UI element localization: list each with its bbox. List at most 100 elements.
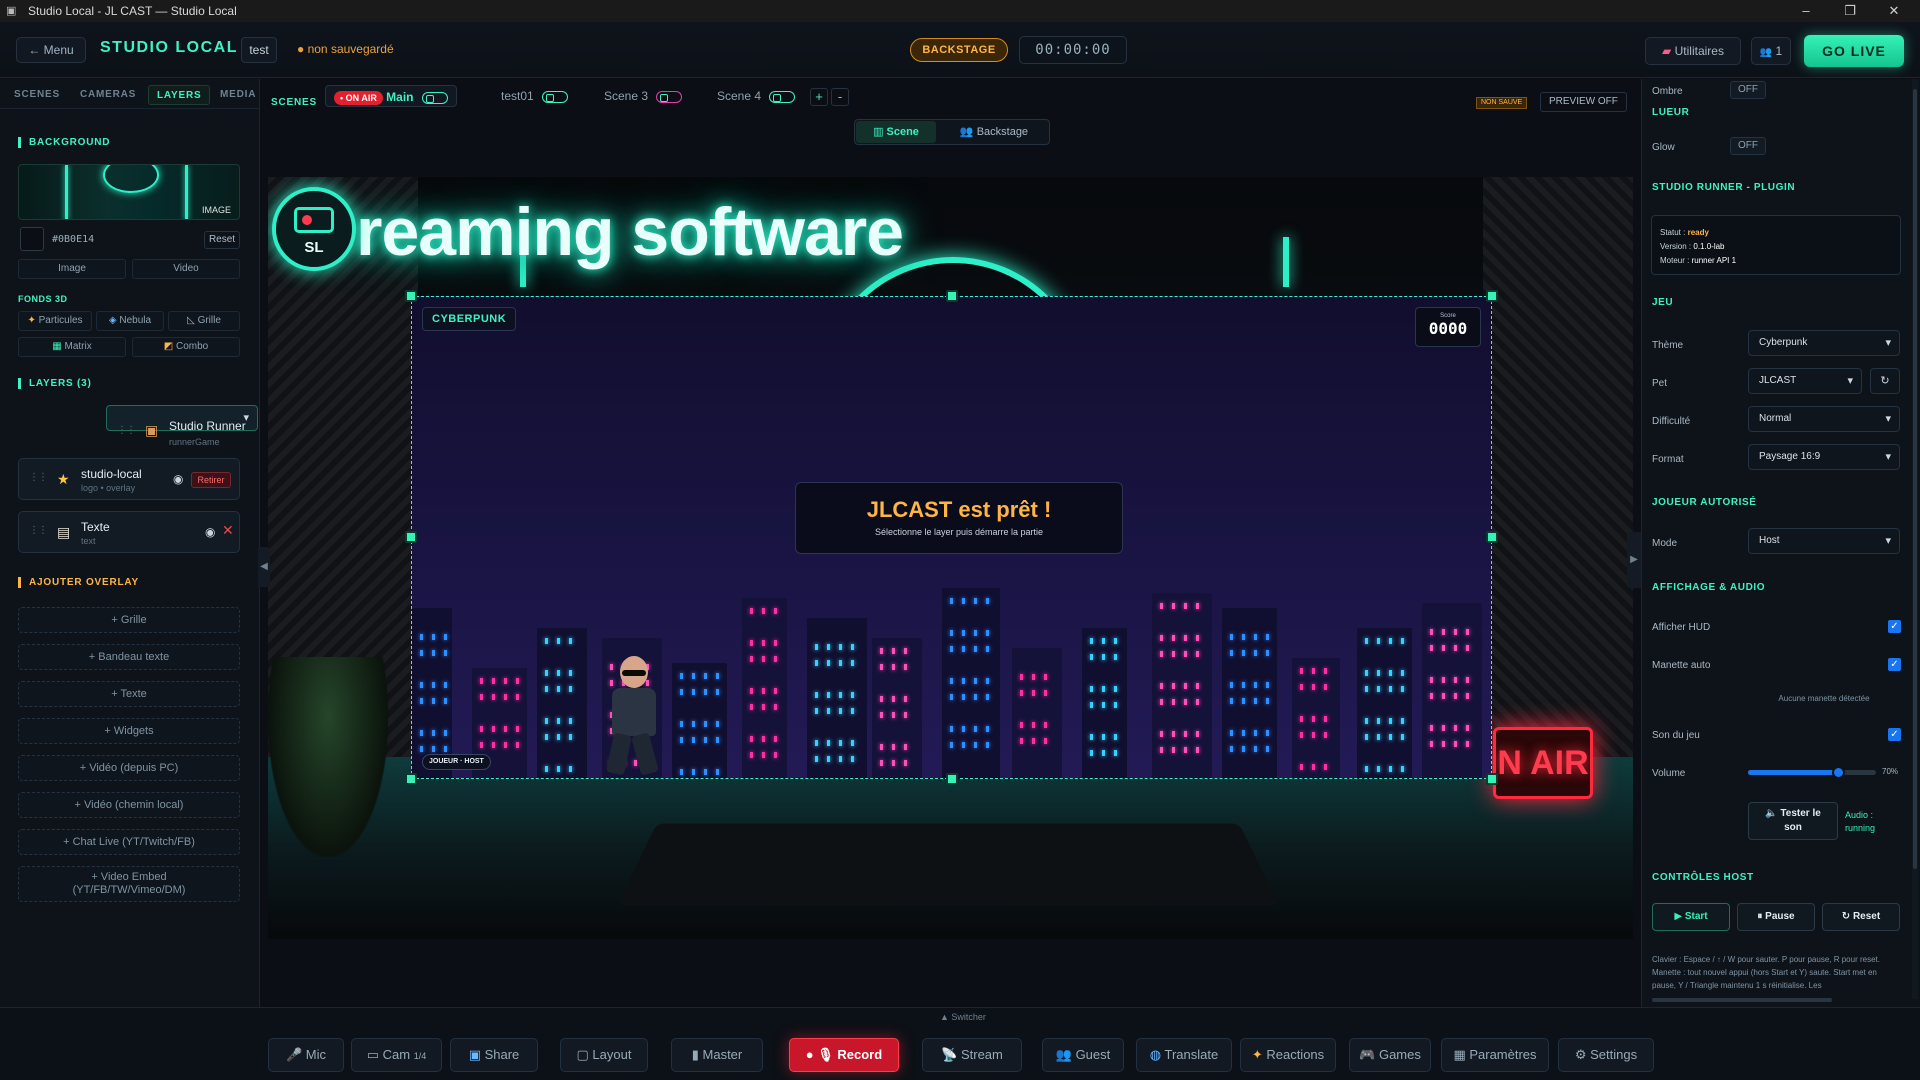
visibility-eye-icon[interactable]: ◉ — [173, 472, 183, 486]
project-name[interactable]: test — [241, 37, 277, 63]
minimize-button[interactable]: – — [1784, 0, 1828, 22]
translate-button[interactable]: ◍ Translate — [1136, 1038, 1232, 1072]
scene-tab-test01[interactable]: test01 — [501, 85, 569, 107]
pause-button[interactable]: ⏸ Pause — [1737, 903, 1815, 931]
bg-type-video[interactable]: Video — [132, 259, 240, 279]
scene-toggle-icon[interactable] — [542, 90, 569, 103]
share-button[interactable]: ▣ Share — [450, 1038, 538, 1072]
runner-game-layer[interactable]: CYBERPUNK Score 0000 JLCAST est prêt ! S… — [411, 296, 1492, 779]
add-chat-live-button[interactable]: + Chat Live (YT/Twitch/FB) — [18, 829, 240, 855]
resize-handle[interactable] — [946, 290, 958, 302]
mode-select[interactable]: Host — [1748, 528, 1900, 554]
pet-refresh-icon[interactable]: ↻ — [1870, 368, 1900, 394]
fond3d-grille[interactable]: ◺ Grille — [168, 311, 240, 331]
guests-button[interactable]: 👥 1 — [1751, 37, 1791, 65]
add-widgets-button[interactable]: + Widgets — [18, 718, 240, 744]
background-reset-button[interactable]: Reset — [204, 231, 240, 249]
resize-handle[interactable] — [405, 290, 417, 302]
games-button[interactable]: 🎮 Games — [1349, 1038, 1431, 1072]
resize-handle[interactable] — [405, 773, 417, 785]
view-scene-button[interactable]: ▥ Scene — [856, 121, 936, 143]
tab-media[interactable]: MEDIA — [220, 85, 256, 105]
difficulty-select[interactable]: Normal — [1748, 406, 1900, 432]
add-video-embed-button[interactable]: + Video Embed (YT/FB/TW/Vimeo/DM) — [18, 866, 240, 902]
collapse-right-chevron-icon[interactable]: ▶ — [1627, 532, 1641, 588]
fond3d-particules[interactable]: ✦ Particules — [18, 311, 92, 331]
visibility-eye-icon[interactable]: ◉ — [205, 525, 215, 539]
background-color-hex[interactable]: #0B0E14 — [52, 234, 94, 245]
theme-select[interactable]: Cyberpunk — [1748, 330, 1900, 356]
drag-handle-icon[interactable]: ⋮⋮ — [29, 525, 48, 536]
collapse-left-chevron-icon[interactable]: ◀ — [258, 547, 270, 587]
guest-button[interactable]: 👥 Guest — [1042, 1038, 1124, 1072]
preview-toggle-button[interactable]: PREVIEW OFF — [1540, 92, 1627, 112]
fond3d-combo[interactable]: ◩ Combo — [132, 337, 240, 357]
record-button[interactable]: ● 🎙 Record — [789, 1038, 899, 1072]
view-backstage-button[interactable]: 👥 Backstage — [939, 121, 1049, 143]
stream-button[interactable]: 📡 Stream — [922, 1038, 1022, 1072]
scene-toggle-icon[interactable] — [421, 91, 448, 104]
layout-button[interactable]: ▢ Layout — [560, 1038, 648, 1072]
background-color-swatch[interactable] — [20, 227, 44, 251]
remove-scene-button[interactable]: - — [831, 88, 849, 106]
add-bandeau-button[interactable]: + Bandeau texte — [18, 644, 240, 670]
add-grille-button[interactable]: + Grille — [18, 607, 240, 633]
son-checkbox[interactable]: ✓ — [1888, 728, 1901, 741]
remove-layer-icon[interactable]: ✕ — [222, 522, 234, 539]
horizontal-scrollbar[interactable] — [1652, 998, 1832, 1002]
ombre-toggle[interactable]: OFF — [1730, 81, 1766, 99]
parametres-button[interactable]: ▦ Paramètres — [1441, 1038, 1549, 1072]
scene-tab-scene4[interactable]: Scene 4 — [717, 85, 796, 107]
volume-slider-thumb[interactable] — [1831, 766, 1845, 779]
background-thumbnail[interactable]: IMAGE — [18, 164, 240, 220]
fond3d-matrix[interactable]: ▦ Matrix — [18, 337, 126, 357]
test-sound-button[interactable]: 🔈 Tester le son — [1748, 802, 1838, 840]
format-select[interactable]: Paysage 16:9 — [1748, 444, 1900, 470]
scene-tab-scene3[interactable]: Scene 3 — [604, 85, 683, 107]
maximize-button[interactable]: ❐ — [1828, 0, 1872, 22]
hud-checkbox[interactable]: ✓ — [1888, 620, 1901, 633]
add-video-pc-button[interactable]: + Vidéo (depuis PC) — [18, 755, 240, 781]
manette-checkbox[interactable]: ✓ — [1888, 658, 1901, 671]
scrollbar-thumb[interactable] — [1913, 89, 1917, 869]
volume-slider-track[interactable] — [1748, 766, 1876, 779]
switcher-toggle[interactable]: ▲ Switcher — [940, 1012, 986, 1022]
go-live-button[interactable]: GO LIVE — [1804, 35, 1904, 67]
utilities-button[interactable]: ▰ Utilitaires — [1645, 37, 1741, 65]
layer-item-studio-local[interactable]: ⋮⋮ ★ studio-local logo • overlay ◉ Retir… — [18, 458, 240, 500]
master-button[interactable]: ▮ Master — [671, 1038, 763, 1072]
retirer-button[interactable]: Retirer — [191, 472, 231, 488]
drag-handle-icon[interactable]: ⋮⋮ — [117, 419, 136, 443]
resize-handle[interactable] — [1486, 290, 1498, 302]
scene-toggle-icon[interactable] — [656, 90, 683, 103]
tab-layers[interactable]: LAYERS — [148, 85, 211, 105]
scene-tab-main[interactable]: • ON AIR Main — [325, 85, 457, 107]
resize-handle[interactable] — [946, 773, 958, 785]
reset-button[interactable]: ↻ Reset — [1822, 903, 1900, 931]
resize-handle[interactable] — [1486, 773, 1498, 785]
layer-item-studio-runner[interactable]: ⋮⋮ ▣ Studio Runner runnerGame ◉ ✕ — [106, 405, 322, 447]
layer-item-texte[interactable]: ⋮⋮ ▤ Texte text ◉ ✕ — [18, 511, 240, 553]
settings-button[interactable]: ⚙ Settings — [1558, 1038, 1654, 1072]
add-scene-button[interactable]: + — [810, 88, 828, 106]
add-texte-button[interactable]: + Texte — [18, 681, 240, 707]
backstage-badge[interactable]: BACKSTAGE — [910, 38, 1008, 62]
mic-button[interactable]: 🎤 Mic — [268, 1038, 344, 1072]
stage-preview[interactable]: N AIR reaming software SL CYBERPUNK Scor… — [268, 177, 1633, 939]
drag-handle-icon[interactable]: ⋮⋮ — [29, 472, 48, 483]
glow-toggle[interactable]: OFF — [1730, 137, 1766, 155]
right-panel-scrollbar[interactable] — [1912, 79, 1918, 999]
reactions-button[interactable]: ✦ Reactions — [1240, 1038, 1336, 1072]
cam-button[interactable]: ▭ Cam 1/4 — [351, 1038, 442, 1072]
resize-handle[interactable] — [1486, 531, 1498, 543]
start-button[interactable]: ▶ Start — [1652, 903, 1730, 931]
add-video-local-button[interactable]: + Vidéo (chemin local) — [18, 792, 240, 818]
tab-scenes[interactable]: SCENES — [14, 85, 60, 105]
resize-handle[interactable] — [405, 531, 417, 543]
scene-toggle-icon[interactable] — [769, 90, 796, 103]
pet-select[interactable]: JLCAST — [1748, 368, 1862, 394]
tab-cameras[interactable]: CAMERAS — [80, 85, 136, 105]
bg-type-image[interactable]: Image — [18, 259, 126, 279]
fond3d-nebula[interactable]: ◈ Nebula — [96, 311, 164, 331]
close-window-button[interactable]: ✕ — [1872, 0, 1916, 22]
